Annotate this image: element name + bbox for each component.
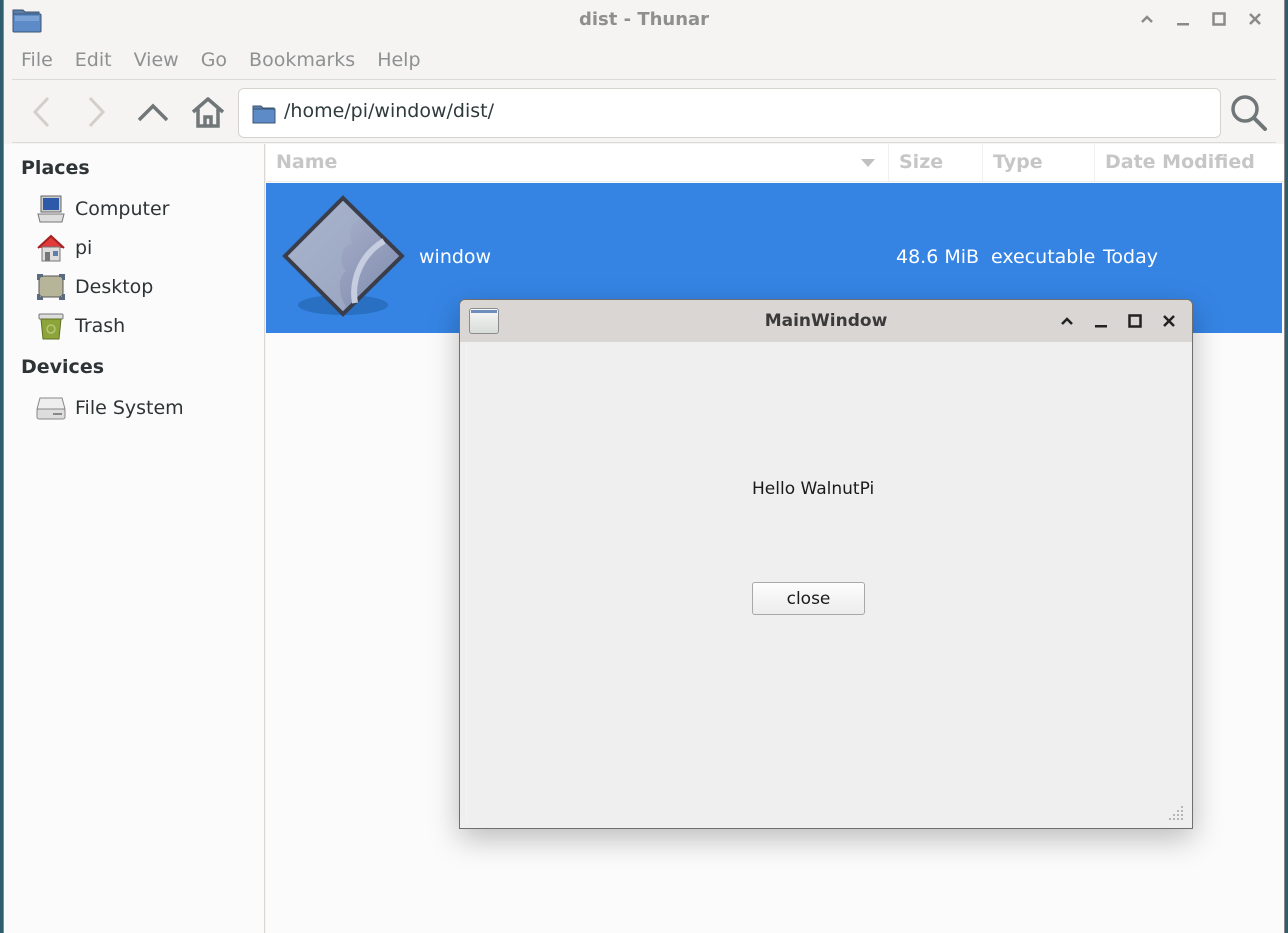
menu-view[interactable]: View — [134, 46, 189, 78]
search-icon — [1231, 95, 1267, 131]
trash-icon — [34, 310, 68, 342]
sidebar-item-file-system[interactable]: File System — [34, 391, 184, 425]
sidebar-item-computer[interactable]: Computer — [34, 192, 169, 226]
toolbar-separator — [12, 142, 1276, 143]
column-name[interactable]: Name — [266, 144, 889, 182]
search-button[interactable] — [1226, 90, 1272, 136]
maximize-icon — [1128, 314, 1142, 328]
chevron-up-icon — [1141, 15, 1153, 23]
maximize-icon — [1212, 12, 1226, 26]
menu-bookmarks[interactable]: Bookmarks — [249, 46, 365, 78]
home-icon — [191, 97, 225, 128]
menu-edit[interactable]: Edit — [75, 46, 122, 78]
executable-icon — [282, 195, 405, 317]
home-button[interactable] — [188, 92, 228, 132]
column-size[interactable]: Size — [889, 144, 983, 182]
menu-bar: File Edit View Go Bookmarks Help — [4, 46, 443, 78]
minimize-button[interactable] — [1172, 8, 1194, 30]
column-date-modified[interactable]: Date Modified — [1095, 144, 1283, 182]
file-name: window — [419, 246, 492, 268]
shade-button[interactable] — [1136, 8, 1158, 30]
chevron-up-icon — [137, 103, 169, 122]
hello-label: Hello WalnutPi — [752, 479, 875, 499]
menu-separator — [12, 79, 1276, 80]
chevron-right-icon — [88, 96, 106, 128]
toolbar: /home/pi/window/dist/ — [4, 82, 1284, 142]
dialog-shade-button[interactable] — [1056, 310, 1078, 332]
close-button[interactable] — [1244, 8, 1266, 30]
home-folder-icon — [34, 232, 68, 264]
location-bar[interactable]: /home/pi/window/dist/ — [238, 88, 1221, 138]
dialog-title-bar[interactable]: MainWindow — [460, 300, 1192, 342]
title-bar[interactable]: dist - Thunar — [4, 0, 1284, 40]
computer-icon — [34, 193, 68, 225]
location-path[interactable]: /home/pi/window/dist/ — [284, 100, 494, 122]
resize-grip-icon[interactable] — [1168, 805, 1184, 821]
close-icon — [1249, 13, 1261, 25]
sidebar-item-pi[interactable]: pi — [34, 231, 92, 265]
dialog-close-button[interactable] — [1158, 310, 1180, 332]
minimize-icon — [1177, 23, 1189, 26]
chevron-left-icon — [32, 96, 50, 128]
file-date-modified: Today — [1103, 246, 1158, 268]
devices-heading: Devices — [21, 356, 105, 378]
menu-go[interactable]: Go — [201, 46, 237, 78]
menu-file[interactable]: File — [21, 46, 63, 78]
dialog-minimize-button[interactable] — [1090, 310, 1112, 332]
places-heading: Places — [21, 157, 90, 179]
file-size: 48.6 MiB — [896, 246, 980, 268]
sidebar-item-trash[interactable]: Trash — [34, 309, 125, 343]
window-title: dist - Thunar — [578, 9, 710, 30]
up-button[interactable] — [133, 92, 173, 132]
file-type: executable — [991, 246, 1096, 268]
maximize-button[interactable] — [1208, 8, 1230, 30]
folder-icon — [252, 105, 276, 124]
menu-help[interactable]: Help — [377, 46, 430, 78]
dialog-body: Hello WalnutPi close — [466, 342, 1186, 823]
close-icon — [1163, 315, 1175, 327]
drive-icon — [34, 392, 68, 424]
main-window-dialog: MainWindow Hello WalnutPi close — [459, 299, 1193, 829]
dialog-maximize-button[interactable] — [1124, 310, 1146, 332]
column-type[interactable]: Type — [983, 144, 1095, 182]
sidebar: Places Computer pi Desktop Trash Devices — [4, 144, 265, 933]
column-header: Name Size Type Date Modified — [266, 144, 1284, 182]
chevron-up-icon — [1061, 317, 1073, 325]
back-button[interactable] — [22, 92, 62, 132]
sort-descending-icon — [861, 159, 875, 167]
desktop-icon — [34, 271, 68, 303]
minimize-icon — [1095, 325, 1107, 328]
forward-button[interactable] — [76, 92, 116, 132]
sidebar-item-desktop[interactable]: Desktop — [34, 270, 153, 304]
close-app-button[interactable]: close — [752, 582, 865, 615]
